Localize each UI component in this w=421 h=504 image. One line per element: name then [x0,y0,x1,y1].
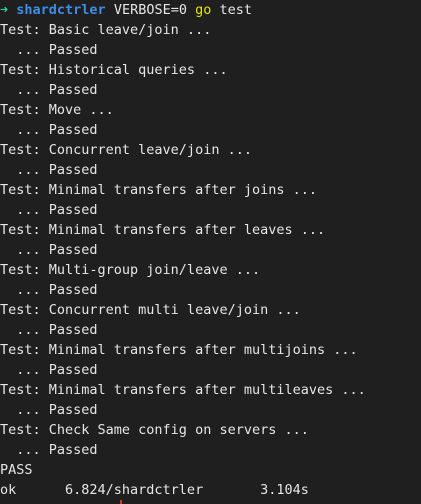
output-line: Test: Check Same config on servers ... [0,422,309,438]
output-line: Test: Minimal transfers after joins ... [0,182,317,198]
terminal-window[interactable]: ➜ shardctrler VERBOSE=0 go test Test: Ba… [0,0,421,504]
prompt-args: test [219,2,253,18]
output-line: Test: Historical queries ... [0,62,228,78]
output-line: ... Passed [0,402,98,418]
output-line: Test: Minimal transfers after multileave… [0,382,366,398]
output-line: ok 6.824/shardctrler 3.104s [0,482,309,498]
output-line: ... Passed [0,82,98,98]
output-line: ... Passed [0,42,98,58]
output-line: ... Passed [0,242,98,258]
output-line: Test: Concurrent leave/join ... [0,142,252,158]
output-line: ... Passed [0,122,98,138]
prompt-directory: shardctrler [16,2,106,18]
prompt-env: VERBOSE=0 [113,2,187,18]
prompt-command: go [195,2,212,18]
output-line: Test: Move ... [0,102,114,118]
output-line: Test: Minimal transfers after leaves ... [0,222,326,238]
output-line: PASS [0,462,33,478]
prompt-arrow-icon: ➜ [0,2,9,18]
output-line: ... Passed [0,322,98,338]
cursor-marker [120,500,122,504]
output-line: Test: Minimal transfers after multijoins… [0,342,358,358]
output-line: Test: Multi-group join/leave ... [0,262,261,278]
output-line: ... Passed [0,162,98,178]
output-line: ... Passed [0,282,98,298]
prompt-line: ➜ shardctrler VERBOSE=0 go test [0,0,421,20]
output-line: ... Passed [0,362,98,378]
output-line: Test: Concurrent multi leave/join ... [0,302,301,318]
output-line: ... Passed [0,442,98,458]
output-line: ... Passed [0,202,98,218]
output-line: Test: Basic leave/join ... [0,22,212,38]
